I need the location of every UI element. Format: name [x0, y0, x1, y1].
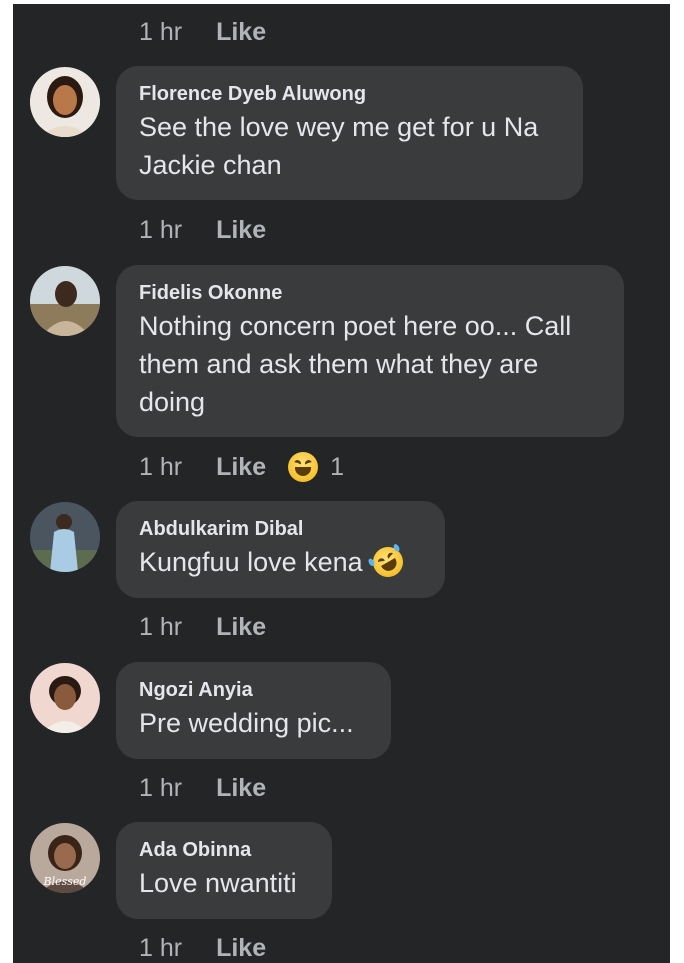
avatar-photo [30, 663, 100, 733]
comment-bubble[interactable]: Fidelis Okonne Nothing concern poet here… [116, 265, 624, 437]
comments-screen: 1 hr Like Florence Dyeb Aluwong See the … [13, 4, 670, 963]
avatar[interactable] [30, 502, 100, 572]
comment-bubble[interactable]: Ngozi Anyia Pre wedding pic... [116, 662, 391, 759]
like-button[interactable]: Like [216, 774, 266, 803]
reaction-summary[interactable]: 1 [288, 452, 344, 482]
comment-bubble[interactable]: Florence Dyeb Aluwong See the love wey m… [116, 66, 583, 200]
comment-time: 1 hr [139, 18, 183, 46]
avatar-overlay-text: Blessed [43, 875, 87, 888]
avatar[interactable] [30, 663, 100, 733]
comment-meta: 1 hr Like [139, 18, 266, 47]
like-button[interactable]: Like [216, 453, 266, 482]
laughing-emoji-icon [288, 452, 319, 482]
comment-meta: 1 hr Like [139, 216, 266, 245]
comment-time: 1 hr [139, 934, 183, 962]
avatar[interactable] [30, 266, 100, 336]
comment-meta: 1 hr Like 1 [139, 452, 344, 482]
comment-bubble[interactable]: Abdulkarim Dibal Kungfuu love kena [116, 501, 445, 598]
comment-time: 1 hr [139, 452, 183, 481]
like-button[interactable]: Like [216, 216, 266, 245]
rofl-emoji-icon [366, 541, 409, 583]
like-button[interactable]: Like [216, 934, 266, 963]
comment-text: Love nwantiti [139, 868, 297, 898]
like-button[interactable]: Like [216, 18, 266, 47]
comment-text: Nothing concern poet here oo... Call the… [139, 311, 572, 417]
comment-text-row: Kungfuu love kena [139, 541, 423, 583]
commenter-name[interactable]: Florence Dyeb Aluwong [139, 80, 561, 108]
commenter-name[interactable]: Fidelis Okonne [139, 279, 602, 307]
comment-text: Kungfuu love kena [139, 547, 363, 577]
commenter-name[interactable]: Ada Obinna [139, 836, 310, 864]
comment-bubble[interactable]: Ada Obinna Love nwantiti [116, 822, 332, 919]
comment-meta: 1 hr Like [139, 774, 266, 803]
comment-time: 1 hr [139, 613, 183, 641]
avatar-photo [30, 67, 100, 137]
avatar[interactable]: Blessed [30, 823, 100, 893]
comment-time: 1 hr [139, 774, 183, 802]
avatar-photo [30, 266, 100, 336]
like-button[interactable]: Like [216, 613, 266, 642]
comment-text: See the love wey me get for u Na Jackie … [139, 112, 539, 180]
avatar[interactable] [30, 67, 100, 137]
commenter-name[interactable]: Abdulkarim Dibal [139, 515, 423, 543]
comment-meta: 1 hr Like [139, 613, 266, 642]
commenter-name[interactable]: Ngozi Anyia [139, 676, 369, 704]
avatar-photo: Blessed [30, 823, 100, 893]
comment-text: Pre wedding pic... [139, 708, 354, 738]
reaction-count: 1 [330, 452, 345, 481]
comment-meta: 1 hr Like [139, 934, 266, 963]
avatar-photo [30, 502, 100, 572]
comment-time: 1 hr [139, 216, 183, 244]
